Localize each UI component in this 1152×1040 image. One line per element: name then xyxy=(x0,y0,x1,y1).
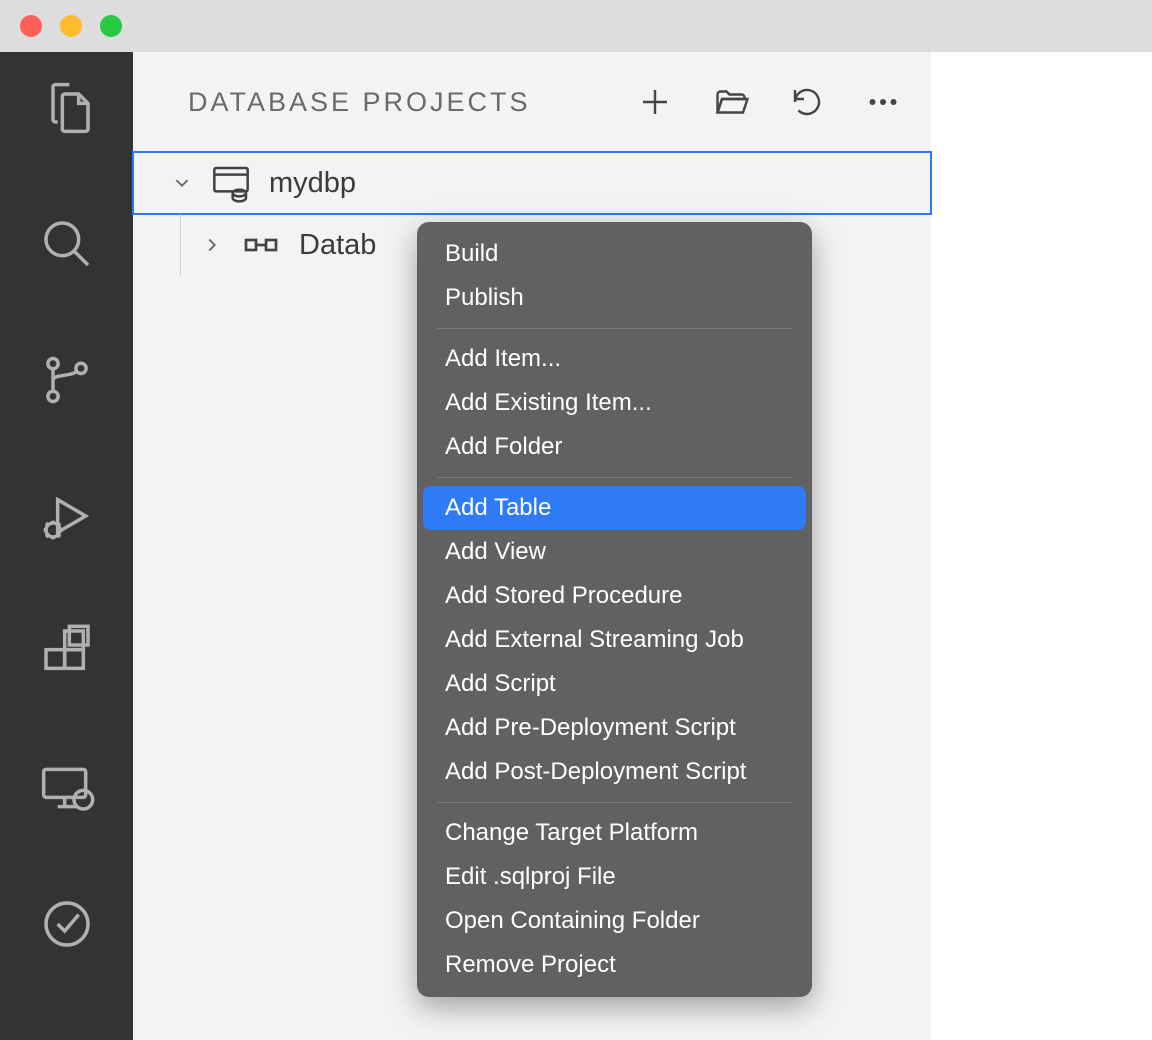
context-menu: Build Publish Add Item... Add Existing I… xyxy=(417,222,812,997)
menu-separator xyxy=(437,328,792,329)
tree-item-project[interactable]: mydbp xyxy=(133,152,931,214)
menu-add-script[interactable]: Add Script xyxy=(423,662,806,706)
task-icon[interactable] xyxy=(39,896,95,952)
menu-open-containing-folder[interactable]: Open Containing Folder xyxy=(423,899,806,943)
references-icon xyxy=(241,225,281,265)
app-body: DATABASE PROJECTS xyxy=(0,52,1152,1040)
editor-area xyxy=(931,52,1152,1040)
title-bar xyxy=(0,0,1152,52)
menu-add-post-deployment-script[interactable]: Add Post-Deployment Script xyxy=(423,750,806,794)
child-label: Datab xyxy=(299,229,376,262)
extensions-icon[interactable] xyxy=(39,624,95,680)
remote-icon[interactable] xyxy=(39,760,95,816)
menu-add-view[interactable]: Add View xyxy=(423,530,806,574)
menu-remove-project[interactable]: Remove Project xyxy=(423,943,806,987)
panel-title: DATABASE PROJECTS xyxy=(188,87,531,118)
panel-actions xyxy=(637,84,901,120)
menu-separator xyxy=(437,802,792,803)
app-window: DATABASE PROJECTS xyxy=(0,0,1152,1040)
window-minimize-button[interactable] xyxy=(60,15,82,37)
chevron-right-icon xyxy=(201,234,223,256)
window-zoom-button[interactable] xyxy=(100,15,122,37)
menu-separator xyxy=(437,477,792,478)
menu-add-existing-item[interactable]: Add Existing Item... xyxy=(423,381,806,425)
menu-add-pre-deployment-script[interactable]: Add Pre-Deployment Script xyxy=(423,706,806,750)
menu-add-folder[interactable]: Add Folder xyxy=(423,425,806,469)
menu-add-table[interactable]: Add Table xyxy=(423,486,806,530)
new-project-icon[interactable] xyxy=(637,84,673,120)
menu-build[interactable]: Build xyxy=(423,232,806,276)
project-name-label: mydbp xyxy=(269,167,356,200)
activity-bar xyxy=(0,52,133,1040)
chevron-down-icon xyxy=(171,172,193,194)
menu-change-target-platform[interactable]: Change Target Platform xyxy=(423,811,806,855)
source-control-icon[interactable] xyxy=(39,352,95,408)
tree-guide xyxy=(180,214,181,276)
menu-add-item[interactable]: Add Item... xyxy=(423,337,806,381)
window-close-button[interactable] xyxy=(20,15,42,37)
open-folder-icon[interactable] xyxy=(713,84,749,120)
run-debug-icon[interactable] xyxy=(39,488,95,544)
menu-edit-sqlproj[interactable]: Edit .sqlproj File xyxy=(423,855,806,899)
menu-add-stored-procedure[interactable]: Add Stored Procedure xyxy=(423,574,806,618)
database-project-icon xyxy=(211,163,251,203)
refresh-icon[interactable] xyxy=(789,84,825,120)
menu-add-external-streaming-job[interactable]: Add External Streaming Job xyxy=(423,618,806,662)
more-actions-icon[interactable] xyxy=(865,84,901,120)
search-icon[interactable] xyxy=(39,216,95,272)
panel-header: DATABASE PROJECTS xyxy=(133,52,931,152)
menu-publish[interactable]: Publish xyxy=(423,276,806,320)
explorer-icon[interactable] xyxy=(39,80,95,136)
